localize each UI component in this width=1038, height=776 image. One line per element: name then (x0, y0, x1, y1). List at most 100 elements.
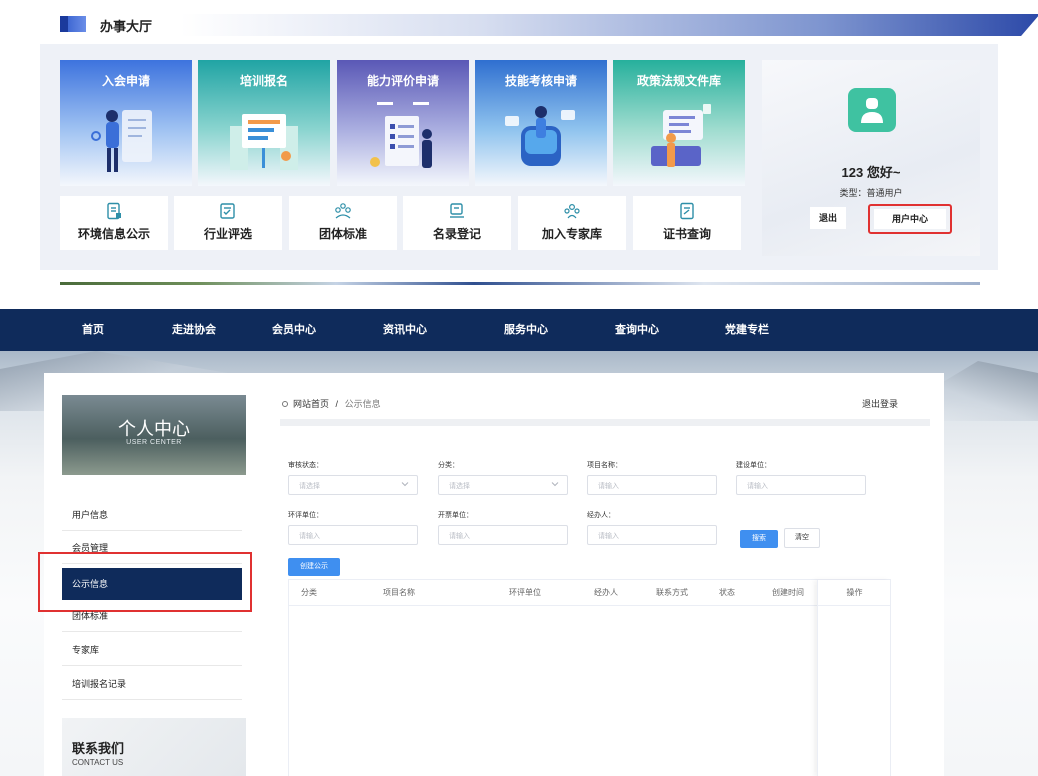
audit-status-select[interactable]: 请选择 (288, 475, 418, 495)
service-label: 团体标准 (318, 227, 367, 241)
filter-label-audit-status: 审核状态： (288, 462, 323, 469)
create-notice-button[interactable]: 创建公示 (288, 558, 340, 576)
select-placeholder: 请选择 (299, 483, 320, 490)
hall-title: 办事大厅 (100, 19, 153, 34)
nav-item-query[interactable]: 查询中心 (615, 309, 659, 351)
table-header: 分类 项目名称 环评单位 经办人 联系方式 状态 创建时间 (289, 580, 890, 606)
filter-label-builder: 建设单位： (736, 462, 771, 469)
decorative-strip (60, 282, 980, 285)
nav-item-member[interactable]: 会员中心 (272, 309, 316, 351)
input-placeholder: 请输入 (747, 483, 768, 490)
filter-label-invoice-unit: 开票单位： (438, 512, 473, 519)
user-panel: 123 您好~ 类型：普通用户 退出 用户中心 (762, 60, 980, 256)
breadcrumb-separator: / (335, 399, 339, 409)
service-label: 名录登记 (432, 227, 481, 241)
hall-logo-mark (60, 16, 86, 32)
column-header: 分类 (301, 588, 317, 597)
service-group-standard[interactable]: 团体标准 (289, 196, 397, 250)
sidebar-item-training-records[interactable]: 培训报名记录 (62, 668, 242, 700)
filter-label-category: 分类： (438, 462, 459, 469)
hall-header: 办事大厅 (60, 14, 1038, 36)
member-application-icon (91, 110, 152, 172)
user-icon (861, 98, 883, 123)
nav-item-about[interactable]: 走进协会 (172, 309, 216, 351)
service-industry-selection[interactable]: 行业评选 (174, 196, 282, 250)
column-header: 环评单位 (509, 588, 541, 597)
user-center-button[interactable]: 用户中心 (874, 209, 946, 229)
clear-button[interactable]: 清空 (784, 528, 820, 548)
divider (280, 419, 930, 426)
service-env-info[interactable]: 环境信息公示 (60, 196, 168, 250)
sidebar-subtitle: USER CENTER (126, 439, 182, 446)
tile-ability-evaluation[interactable]: 能力评价申请 (337, 60, 469, 186)
logout-link[interactable]: 退出登录 (862, 397, 898, 410)
service-label: 行业评选 (203, 227, 252, 241)
category-select[interactable]: 请选择 (438, 475, 568, 495)
main-nav: 首页 走进协会 会员中心 资讯中心 服务中心 查询中心 党建专栏 (0, 309, 1038, 351)
tile-skill-assessment[interactable]: 技能考核申请 (475, 60, 607, 186)
tile-training-registration[interactable]: 培训报名 (198, 60, 330, 186)
eia-unit-input[interactable]: 请输入 (288, 525, 418, 545)
checklist-icon (220, 203, 235, 219)
handler-input[interactable]: 请输入 (587, 525, 717, 545)
contact-subtitle: CONTACT US (72, 758, 124, 767)
input-placeholder: 请输入 (598, 533, 619, 540)
chevron-down-icon (401, 482, 409, 487)
sidebar-item-user-info[interactable]: 用户信息 (62, 499, 242, 531)
notice-table: 分类 项目名称 环评单位 经办人 联系方式 状态 创建时间 操作 (288, 579, 891, 776)
skill-assessment-icon (505, 106, 575, 166)
sidebar-item-experts[interactable]: 专家库 (62, 634, 242, 666)
service-label: 环境信息公示 (77, 227, 150, 241)
tile-label: 入会申请 (101, 74, 150, 88)
user-center-content: 个人中心 USER CENTER 用户信息 会员管理 公示信息 团体标准 专家库… (38, 373, 944, 776)
user-center-highlight: 用户中心 (868, 204, 952, 234)
tile-label: 技能考核申请 (504, 74, 577, 88)
training-registration-icon (230, 114, 298, 170)
ability-evaluation-icon (370, 102, 432, 168)
filter-label-handler: 经办人： (587, 512, 615, 519)
breadcrumb-dot-icon (282, 401, 288, 407)
builder-input[interactable]: 请输入 (736, 475, 866, 495)
nav-item-news[interactable]: 资讯中心 (383, 309, 427, 351)
tile-label: 政策法规文件库 (636, 74, 721, 88)
experts-icon (564, 203, 580, 219)
nav-item-home[interactable]: 首页 (82, 309, 104, 351)
sidebar-item-group-standard[interactable]: 团体标准 (62, 600, 242, 632)
service-label: 加入专家库 (541, 227, 602, 241)
chevron-down-icon (551, 482, 559, 487)
tile-policy-library[interactable]: 政策法规文件库 (613, 60, 745, 186)
tile-label: 能力评价申请 (366, 74, 439, 88)
filter-label-project-name: 项目名称： (587, 462, 622, 469)
breadcrumb-current: 公示信息 (344, 399, 381, 409)
nav-item-service[interactable]: 服务中心 (504, 309, 548, 351)
column-header: 经办人 (594, 588, 618, 597)
avatar (848, 88, 896, 132)
column-header: 创建时间 (772, 588, 804, 597)
project-name-input[interactable]: 请输入 (587, 475, 717, 495)
service-join-experts[interactable]: 加入专家库 (518, 196, 626, 250)
breadcrumb: 网站首页 / 公示信息 (282, 397, 381, 410)
certificate-icon (680, 202, 694, 220)
service-hall: 入会申请 培训报名 能力评价申请 技能考核申请 政策法规文件库 环境信息公示 行… (40, 44, 998, 270)
input-placeholder: 请输入 (299, 533, 320, 540)
user-greeting: 123 您好~ (841, 165, 901, 180)
policy-library-icon (651, 104, 711, 167)
group-icon (335, 203, 351, 219)
column-header: 项目名称 (383, 588, 415, 597)
contact-title: 联系我们 (72, 741, 125, 756)
logout-button[interactable]: 退出 (810, 207, 846, 229)
tile-member-application[interactable]: 入会申请 (60, 60, 192, 186)
select-placeholder: 请选择 (449, 483, 470, 490)
service-label: 证书查询 (662, 227, 711, 241)
service-certificate-query[interactable]: 证书查询 (633, 196, 741, 250)
service-directory-registration[interactable]: 名录登记 (403, 196, 511, 250)
user-center-banner: 个人中心 USER CENTER (62, 395, 246, 475)
input-placeholder: 请输入 (598, 483, 619, 490)
fixed-action-column: 操作 (817, 580, 890, 776)
invoice-unit-input[interactable]: 请输入 (438, 525, 568, 545)
breadcrumb-home[interactable]: 网站首页 (293, 399, 329, 409)
nav-item-party[interactable]: 党建专栏 (725, 309, 769, 351)
tile-label: 培训报名 (239, 74, 288, 88)
sidebar-title: 个人中心 (118, 419, 190, 439)
search-button[interactable]: 搜索 (740, 530, 778, 548)
